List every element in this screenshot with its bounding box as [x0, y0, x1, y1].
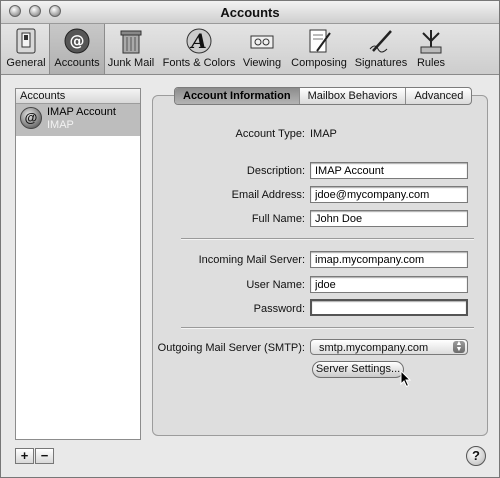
window-title: Accounts	[220, 5, 280, 20]
password-label: Password:	[253, 303, 305, 315]
email-address-label: Email Address:	[231, 189, 305, 201]
viewing-glasses-icon	[250, 35, 274, 49]
accounts-list-header: Accounts	[16, 89, 140, 104]
section-divider	[181, 238, 474, 240]
at-sign-icon: @	[64, 28, 90, 54]
title-bar: Accounts	[1, 1, 499, 24]
signature-pen-icon	[369, 30, 392, 53]
general-switch-icon	[16, 28, 36, 54]
toolbar-junk-mail[interactable]: Junk Mail	[104, 24, 158, 74]
full-name-label: Full Name:	[251, 213, 305, 225]
font-letter-icon: A	[186, 28, 212, 54]
tab-account-information[interactable]: Account Information	[175, 88, 300, 104]
incoming-mail-server-field[interactable]	[310, 251, 468, 268]
toolbar-label-signatures: Signatures	[354, 57, 408, 69]
user-name-label: User Name:	[246, 279, 305, 291]
password-field[interactable]	[310, 299, 468, 316]
toolbar-signatures[interactable]: Signatures	[352, 24, 410, 74]
user-name-field[interactable]	[310, 276, 468, 293]
accounts-window: Accounts General @ Accounts Junk Mail A …	[0, 0, 500, 478]
description-field[interactable]	[310, 162, 468, 179]
mouse-pointer-icon	[400, 370, 412, 388]
toolbar-label-general: General	[6, 57, 46, 69]
preferences-toolbar: General @ Accounts Junk Mail A Fonts & C…	[1, 24, 499, 75]
account-tabs: Account Information Mailbox Behaviors Ad…	[174, 87, 473, 105]
svg-text:@: @	[70, 32, 85, 50]
account-type-value: IMAP	[310, 128, 337, 140]
toolbar-viewing[interactable]: Viewing	[239, 24, 285, 74]
tab-mailbox-behaviors[interactable]: Mailbox Behaviors	[300, 88, 407, 104]
remove-account-button[interactable]: −	[35, 448, 54, 464]
account-type-label: Account Type:	[235, 128, 305, 140]
incoming-mail-server-label: Incoming Mail Server:	[198, 254, 305, 266]
account-type: IMAP	[47, 119, 74, 131]
outgoing-mail-server-label: Outgoing Mail Server (SMTP):	[157, 342, 305, 354]
composing-pencil-icon	[309, 29, 331, 53]
popup-arrows-icon: ▲ ▼	[453, 340, 465, 353]
toolbar-label-viewing: Viewing	[242, 57, 282, 69]
svg-text:A: A	[189, 29, 207, 53]
section-divider	[181, 327, 474, 329]
trash-can-icon	[120, 30, 142, 54]
account-list-item[interactable]: @ IMAP Account IMAP	[16, 104, 140, 136]
account-name: IMAP Account	[47, 106, 116, 118]
description-label: Description:	[246, 165, 305, 177]
outgoing-mail-server-value: smtp.mycompany.com	[319, 342, 429, 354]
email-address-field[interactable]	[310, 186, 468, 203]
full-name-field[interactable]	[310, 210, 468, 227]
add-account-button[interactable]: +	[15, 448, 34, 464]
rules-arrows-icon	[420, 30, 442, 54]
toolbar-accounts[interactable]: @ Accounts	[49, 24, 105, 74]
tab-advanced[interactable]: Advanced	[406, 88, 471, 104]
toolbar-composing[interactable]: Composing	[287, 24, 351, 74]
server-settings-button[interactable]: Server Settings...	[312, 361, 404, 378]
at-sign-icon: @	[20, 107, 42, 129]
toolbar-label-composing: Composing	[291, 57, 347, 69]
toolbar-label-accounts: Accounts	[54, 57, 100, 69]
outgoing-mail-server-popup[interactable]: smtp.mycompany.com ▲ ▼	[310, 339, 468, 355]
toolbar-label-fonts-colors: Fonts & Colors	[162, 57, 236, 69]
accounts-list[interactable]: Accounts @ IMAP Account IMAP	[15, 88, 141, 440]
toolbar-fonts-colors[interactable]: A Fonts & Colors	[159, 24, 239, 74]
toolbar-label-junk-mail: Junk Mail	[107, 57, 155, 69]
toolbar-rules[interactable]: Rules	[411, 24, 451, 74]
toolbar-general[interactable]: General	[3, 24, 49, 74]
help-button[interactable]: ?	[466, 446, 486, 466]
toolbar-label-rules: Rules	[416, 57, 446, 69]
